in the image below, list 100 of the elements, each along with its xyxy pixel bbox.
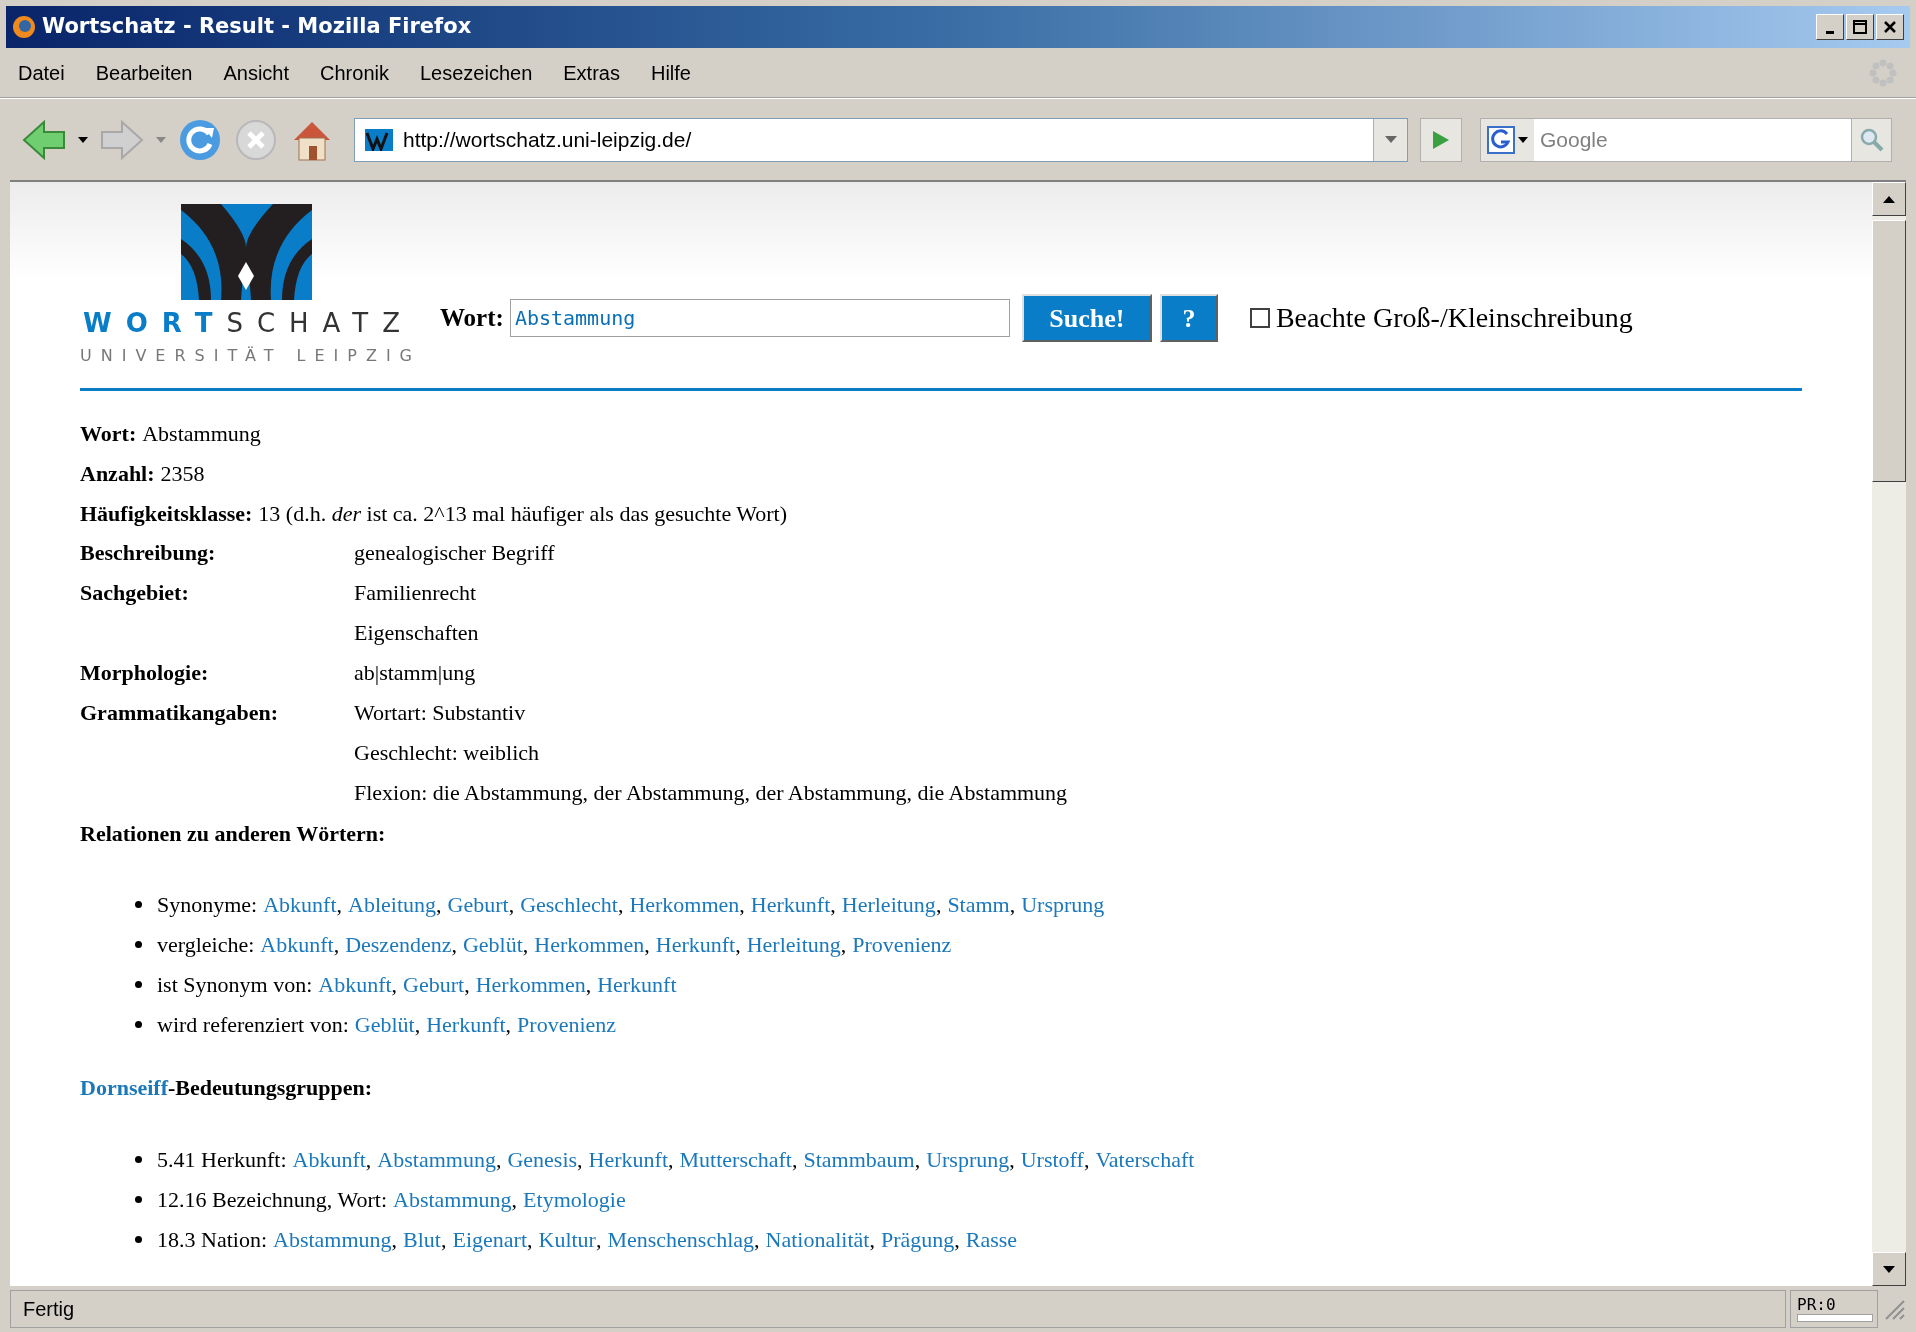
scrollbar[interactable] — [1872, 182, 1906, 1286]
comma: , — [436, 890, 442, 919]
case-checkbox[interactable] — [1249, 308, 1270, 328]
go-button[interactable] — [1420, 117, 1462, 162]
word-link[interactable]: Geburt — [403, 967, 465, 1001]
scroll-down-button[interactable] — [1872, 1252, 1906, 1286]
word-link[interactable]: Geblüt — [354, 1007, 415, 1041]
menu-item[interactable]: Datei — [18, 57, 65, 88]
maximize-icon — [1853, 20, 1867, 34]
search-bar[interactable]: Google — [1480, 117, 1892, 162]
close-button[interactable] — [1876, 14, 1904, 40]
comma: , — [914, 1145, 921, 1174]
comma: , — [495, 1145, 502, 1174]
menu-item[interactable]: Hilfe — [650, 57, 691, 88]
word-link[interactable]: Geburt — [447, 887, 509, 921]
comma: , — [391, 970, 398, 999]
field-label: Morphologie: — [80, 659, 210, 687]
site-favicon — [365, 128, 393, 151]
address-dropdown-button[interactable] — [1373, 118, 1407, 161]
word-link[interactable]: Blut — [403, 1222, 441, 1256]
menu-item[interactable]: Ansicht — [223, 57, 290, 88]
word-link[interactable]: Nationalität — [765, 1222, 870, 1256]
word-link[interactable]: Vaterschaft — [1095, 1142, 1195, 1176]
word-link[interactable]: Prägung — [880, 1222, 955, 1256]
word-link[interactable]: Ursprung — [1021, 887, 1105, 921]
back-arrow-icon[interactable] — [22, 119, 66, 160]
search-engine-button[interactable] — [1481, 118, 1534, 161]
word-link[interactable]: Provenienz — [852, 927, 952, 961]
word-link[interactable]: Mutterschaft — [679, 1142, 792, 1176]
word-link[interactable]: Kultur — [538, 1222, 596, 1256]
help-button[interactable]: ? — [1159, 294, 1218, 342]
word-link[interactable]: Rasse — [965, 1222, 1018, 1256]
word-link[interactable]: Herkunft — [426, 1007, 506, 1041]
word-link[interactable]: Abstammung — [393, 1182, 512, 1216]
address-text: http://wortschatz.uni-leipzig.de/ — [403, 126, 693, 153]
menu-item[interactable]: Extras — [563, 57, 620, 88]
word-link[interactable]: Herkommen — [475, 967, 586, 1001]
play-arrow-icon — [1431, 128, 1451, 151]
menu-item[interactable]: Lesezeichen — [419, 57, 533, 88]
field-value: 13 (d.h. der ist ca. 2^13 mal häufiger als das gesuchte Wort) — [258, 499, 788, 528]
word-link[interactable]: Abkunft — [292, 1142, 366, 1176]
comma: , — [754, 1225, 760, 1254]
word-link[interactable]: Herkunft — [655, 927, 736, 961]
word-link[interactable]: Abkunft — [263, 887, 337, 921]
window-title: Wortschatz - Result - Mozilla Firefox — [42, 13, 473, 41]
word-link[interactable]: Abstammung — [377, 1142, 496, 1176]
scroll-thumb[interactable] — [1872, 220, 1906, 482]
list-label: 12.16 Bezeichnung, Wort: — [157, 1185, 387, 1214]
section-heading: -Bedeutungsgruppen: — [168, 1073, 373, 1102]
word-input-field[interactable]: Abstammung — [509, 299, 1010, 337]
word-link[interactable]: Deszendenz — [345, 927, 452, 961]
list-label: ist Synonym von: — [157, 970, 313, 999]
maximize-button[interactable] — [1846, 14, 1874, 40]
scroll-up-button[interactable] — [1872, 182, 1906, 216]
word-link[interactable]: Etymologie — [523, 1182, 626, 1216]
word-link[interactable]: Ableitung — [348, 887, 437, 921]
comma: , — [1083, 1145, 1090, 1174]
word-link[interactable]: Geschlecht — [520, 887, 618, 921]
minimize-button[interactable] — [1816, 14, 1844, 40]
word-link[interactable]: Stamm — [947, 887, 1010, 921]
word-link[interactable]: Abkunft — [260, 927, 334, 961]
field-value: Familienrecht — [354, 579, 478, 607]
word-link[interactable]: Provenienz — [517, 1007, 617, 1041]
word-link[interactable]: Ursprung — [926, 1142, 1010, 1176]
word-link[interactable]: Herkunft — [597, 967, 677, 1001]
address-field[interactable]: http://wortschatz.uni-leipzig.de/ — [354, 117, 1408, 162]
word-link[interactable]: Geblüt — [462, 927, 523, 961]
word-link[interactable]: Abstammung — [273, 1222, 392, 1256]
comma: , — [869, 1225, 875, 1254]
word-link[interactable]: Genesis — [507, 1142, 578, 1176]
bullet-icon — [135, 940, 142, 948]
dornseiff-link[interactable]: Dornseiff — [80, 1070, 168, 1104]
menu-item[interactable]: Bearbeiten — [95, 57, 193, 88]
word-link[interactable]: Eigenart — [452, 1222, 527, 1256]
up-arrow-icon — [1883, 195, 1895, 203]
comma: , — [511, 1185, 518, 1214]
word-link[interactable]: Urstoff — [1020, 1142, 1084, 1176]
word-link[interactable]: Menschenschlag — [607, 1222, 755, 1256]
logo-icon — [181, 204, 312, 300]
field-label: Grammatikangaben: — [80, 699, 279, 727]
comma: , — [522, 930, 529, 959]
comma: , — [668, 1145, 674, 1174]
reload-icon[interactable] — [178, 117, 222, 162]
word-link[interactable]: Herkommen — [629, 887, 740, 921]
word-link[interactable]: Herleitung — [841, 887, 936, 921]
word-link[interactable]: Abkunft — [318, 967, 392, 1001]
field-value: ab|stamm|ung — [354, 659, 477, 687]
comma: , — [954, 1225, 960, 1254]
word-link[interactable]: Herkommen — [534, 927, 645, 961]
search-field[interactable]: Google — [1534, 118, 1851, 161]
comma: , — [585, 970, 592, 999]
search-submit-button[interactable]: Suche! — [1021, 294, 1152, 342]
menu-item[interactable]: Chronik — [320, 57, 389, 88]
dropdown-arrow-icon[interactable] — [78, 136, 88, 143]
word-link[interactable]: Herleitung — [746, 927, 841, 961]
word-link[interactable]: Herkunft — [588, 1142, 668, 1176]
comma: , — [414, 1010, 421, 1039]
comma: , — [644, 930, 650, 959]
word-link[interactable]: Stammbaum — [803, 1142, 915, 1176]
word-link[interactable]: Herkunft — [750, 887, 831, 921]
